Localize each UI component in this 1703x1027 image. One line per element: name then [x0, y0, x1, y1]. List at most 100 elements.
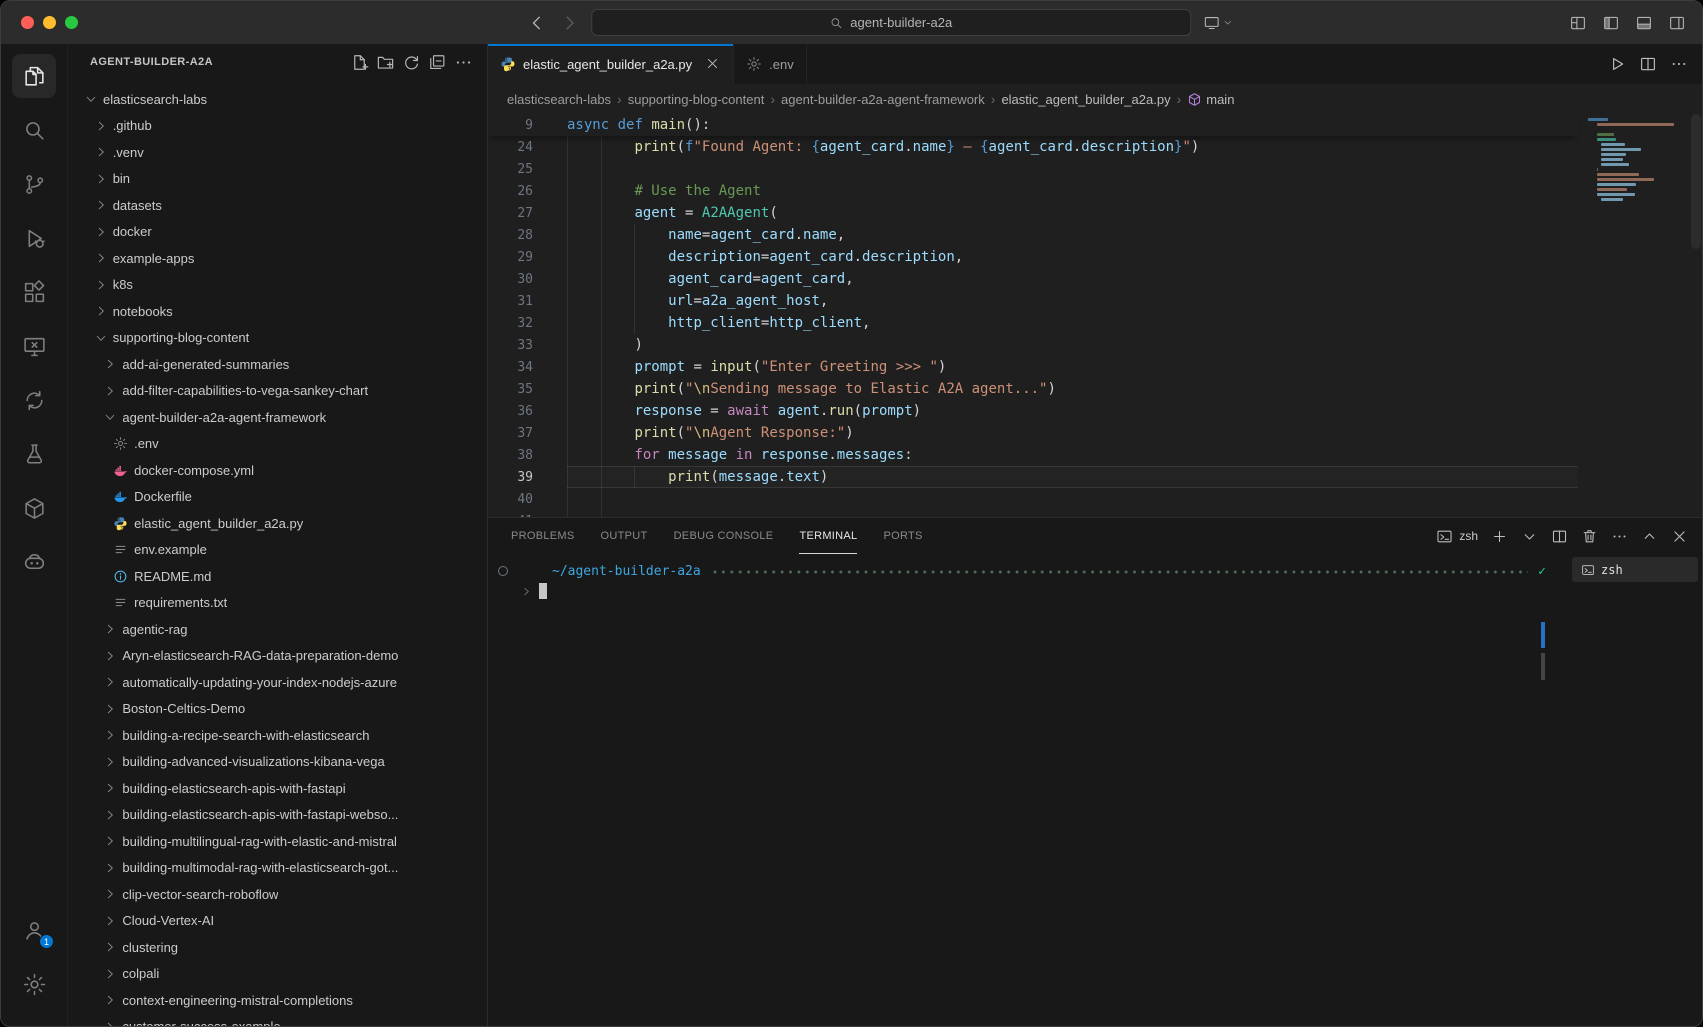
line-number[interactable]: 26: [488, 184, 567, 199]
panel-tab-debug-console[interactable]: DEBUG CONSOLE: [674, 518, 774, 554]
code-line[interactable]: 38 for message in response.messages:: [488, 444, 1578, 466]
activity-sync-button[interactable]: [12, 378, 56, 422]
chevron-up-icon[interactable]: [1641, 528, 1658, 545]
code-line[interactable]: 33 ): [488, 334, 1578, 356]
line-number[interactable]: 30: [488, 272, 567, 287]
line-number[interactable]: 41: [488, 514, 567, 518]
activity-extensions-button[interactable]: [12, 270, 56, 314]
tree-item-building-elasticsearch-apis-with-fastapi-webso...[interactable]: building-elasticsearch-apis-with-fastapi…: [68, 802, 487, 829]
close-icon[interactable]: [1671, 528, 1688, 545]
code-line[interactable]: 25: [488, 158, 1578, 180]
tree-item-clustering[interactable]: clustering: [68, 934, 487, 961]
tree-item-building-multilingual-rag-with-elastic-and-mistral[interactable]: building-multilingual-rag-with-elastic-a…: [68, 828, 487, 855]
more-icon[interactable]: [1611, 528, 1628, 545]
chevron-right-icon[interactable]: [103, 780, 119, 796]
code-line[interactable]: 28 name=agent_card.name,: [488, 224, 1578, 246]
chevron-right-icon[interactable]: [103, 674, 119, 690]
chevron-right-icon[interactable]: [103, 701, 119, 717]
tree-item-add-ai-generated-summaries[interactable]: add-ai-generated-summaries: [68, 351, 487, 378]
chevron-right-icon[interactable]: [103, 648, 119, 664]
new-folder-icon[interactable]: [376, 53, 395, 72]
breadcrumb-item-elasticsearch-labs[interactable]: elasticsearch-labs: [507, 92, 611, 107]
command-center-search[interactable]: agent-builder-a2a: [591, 9, 1191, 36]
terminal-icon[interactable]: [1436, 528, 1453, 545]
close-window-button[interactable]: [21, 16, 34, 29]
terminal-profile-label[interactable]: zsh: [1459, 529, 1478, 543]
code-line[interactable]: 35 print("\nSending message to Elastic A…: [488, 378, 1578, 400]
terminal[interactable]: ~/agent-builder-a2a ✓: [488, 554, 1572, 1026]
breadcrumb-item-supporting-blog-content[interactable]: supporting-blog-content: [628, 92, 765, 107]
file-tree[interactable]: elasticsearch-labs.github.venvbindataset…: [68, 80, 487, 1026]
minimize-window-button[interactable]: [43, 16, 56, 29]
code-line[interactable]: 31 url=a2a_agent_host,: [488, 290, 1578, 312]
code-editor[interactable]: 24 print(f"Found Agent: {agent_card.name…: [488, 114, 1702, 517]
code-line[interactable]: 30 agent_card=agent_card,: [488, 268, 1578, 290]
tree-item-customer-success-example[interactable]: customer-success-example: [68, 1014, 487, 1027]
close-tab-icon[interactable]: [705, 56, 721, 72]
line-number[interactable]: 33: [488, 338, 567, 353]
chevron-right-icon[interactable]: [103, 886, 119, 902]
breadcrumb-item-elastic_agent_builder_a2a.py[interactable]: elastic_agent_builder_a2a.py: [1001, 92, 1170, 107]
code-line[interactable]: 26 # Use the Agent: [488, 180, 1578, 202]
line-number[interactable]: 28: [488, 228, 567, 243]
chevron-right-icon[interactable]: [94, 224, 110, 240]
line-number[interactable]: 29: [488, 250, 567, 265]
code-line[interactable]: 36 response = await agent.run(prompt): [488, 400, 1578, 422]
terminal-input-line[interactable]: [488, 582, 1572, 600]
code-line[interactable]: 41: [488, 510, 1578, 517]
line-number[interactable]: 24: [488, 140, 567, 155]
toggle-primary-sidebar-icon[interactable]: [1602, 14, 1620, 32]
chevron-right-icon[interactable]: [103, 356, 119, 372]
chevron-right-icon[interactable]: [103, 992, 119, 1008]
chevron-right-icon[interactable]: [94, 250, 110, 266]
tree-item-notebooks[interactable]: notebooks: [68, 298, 487, 325]
chevron-right-icon[interactable]: [94, 197, 110, 213]
remote-window-button[interactable]: [1203, 14, 1233, 31]
editor-scrollbar[interactable]: [1691, 114, 1701, 249]
customize-layout-icon[interactable]: [1569, 14, 1587, 32]
tree-item-agent-builder-a2a-agent-framework[interactable]: agent-builder-a2a-agent-framework: [68, 404, 487, 431]
tree-item-building-advanced-visualizations-kibana-vega[interactable]: building-advanced-visualizations-kibana-…: [68, 749, 487, 776]
activity-testing-button[interactable]: [12, 432, 56, 476]
chevron-down-icon[interactable]: [103, 409, 119, 425]
chevron-right-icon[interactable]: [103, 383, 119, 399]
tree-item-agentic-rag[interactable]: agentic-rag: [68, 616, 487, 643]
command-decoration-icon[interactable]: [498, 566, 508, 576]
chevron-down-icon[interactable]: [84, 91, 100, 107]
tree-item-docker-compose.yml[interactable]: docker-compose.yml: [68, 457, 487, 484]
tree-item-.env[interactable]: .env: [68, 431, 487, 458]
code-line[interactable]: 24 print(f"Found Agent: {agent_card.name…: [488, 136, 1578, 158]
tree-item-elasticsearch-labs[interactable]: elasticsearch-labs: [68, 86, 487, 113]
chevron-right-icon[interactable]: [103, 807, 119, 823]
chevron-right-icon[interactable]: [103, 833, 119, 849]
activity-accounts-button[interactable]: 1: [12, 908, 56, 952]
forward-icon[interactable]: [559, 13, 579, 33]
chevron-right-icon[interactable]: [94, 171, 110, 187]
chevron-right-icon[interactable]: [103, 1019, 119, 1026]
tree-item-.venv[interactable]: .venv: [68, 139, 487, 166]
line-number[interactable]: 39: [488, 470, 567, 485]
tree-item-add-filter-capabilities-to-vega-sankey-chart[interactable]: add-filter-capabilities-to-vega-sankey-c…: [68, 378, 487, 405]
toggle-panel-icon[interactable]: [1635, 14, 1653, 32]
code-line[interactable]: 39 print(message.text): [488, 466, 1578, 488]
line-number[interactable]: 32: [488, 316, 567, 331]
tree-item-datasets[interactable]: datasets: [68, 192, 487, 219]
activity-run-debug-button[interactable]: [12, 216, 56, 260]
line-number[interactable]: 37: [488, 426, 567, 441]
minimap[interactable]: [1588, 118, 1688, 517]
chevron-right-icon[interactable]: [94, 303, 110, 319]
activity-search-button[interactable]: [12, 108, 56, 152]
line-number[interactable]: 40: [488, 492, 567, 507]
tab-elastic_agent_builder_a2a.py[interactable]: elastic_agent_builder_a2a.py: [488, 44, 734, 84]
tree-item-colpali[interactable]: colpali: [68, 961, 487, 988]
line-number[interactable]: 25: [488, 162, 567, 177]
tree-item-.github[interactable]: .github: [68, 113, 487, 140]
chevron-right-icon[interactable]: [103, 939, 119, 955]
activity-remote-explorer-button[interactable]: [12, 324, 56, 368]
line-number[interactable]: 27: [488, 206, 567, 221]
chevron-right-icon[interactable]: [103, 754, 119, 770]
chevron-right-icon[interactable]: [103, 913, 119, 929]
terminal-overview-mark-gray[interactable]: [1541, 653, 1545, 680]
tree-item-clip-vector-search-roboflow[interactable]: clip-vector-search-roboflow: [68, 881, 487, 908]
back-icon[interactable]: [527, 13, 547, 33]
